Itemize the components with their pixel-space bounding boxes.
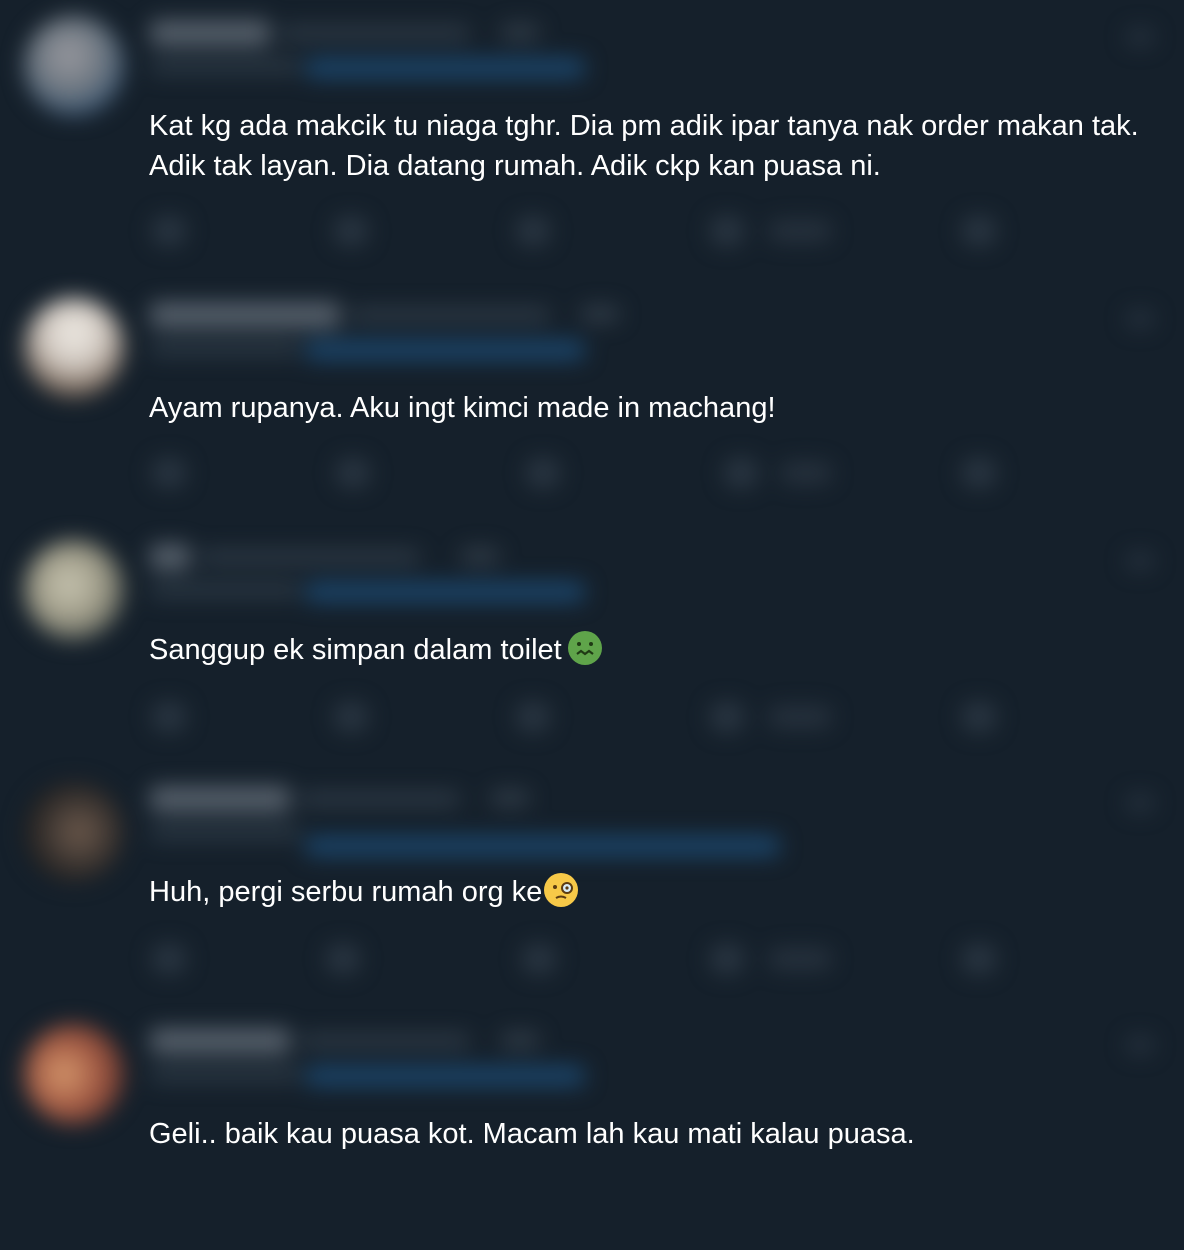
retweet-icon[interactable] (326, 944, 360, 974)
views-icon[interactable] (710, 944, 744, 974)
retweet-icon[interactable] (334, 702, 368, 732)
replying-to-label (150, 1066, 300, 1082)
avatar[interactable] (24, 782, 124, 882)
replying-to-handle[interactable] (305, 1066, 585, 1086)
timestamp-redacted[interactable] (500, 1032, 540, 1048)
face-with-monocle-emoji (544, 873, 579, 907)
handle-redacted (280, 26, 470, 40)
replying-to-handle[interactable] (305, 340, 585, 360)
action-bar (150, 210, 1010, 250)
views-icon[interactable] (724, 458, 758, 488)
views-count-redacted (780, 462, 832, 484)
replying-to-handle[interactable] (305, 58, 585, 78)
more-options-icon[interactable] (1126, 794, 1154, 812)
timestamp-redacted[interactable] (580, 306, 620, 322)
reply-text-content: Huh, pergi serbu rumah org ke (149, 876, 543, 908)
share-icon[interactable] (962, 702, 996, 732)
reply-text-content: Sanggup ek simpan dalam toilet (149, 634, 562, 666)
display-name-redacted[interactable] (150, 302, 340, 328)
nauseated-face-emoji (567, 631, 602, 665)
like-icon[interactable] (526, 458, 560, 488)
replying-to-label (150, 582, 300, 598)
replying-to-label (150, 824, 300, 840)
display-name-redacted[interactable] (150, 20, 270, 46)
more-options-icon[interactable] (1126, 1036, 1154, 1054)
avatar[interactable] (24, 540, 124, 640)
timestamp-redacted[interactable] (490, 790, 530, 806)
reply-text: Sanggup ek simpan dalam toilet (149, 630, 1144, 670)
share-icon[interactable] (962, 458, 996, 488)
views-count-redacted (768, 948, 832, 970)
timestamp-redacted[interactable] (500, 24, 540, 40)
reply-text: Geli.. baik kau puasa kot. Macam lah kau… (149, 1118, 915, 1150)
action-bar (150, 696, 1010, 736)
more-options-icon[interactable] (1126, 552, 1154, 570)
display-name-redacted[interactable] (150, 1028, 290, 1054)
more-options-icon[interactable] (1126, 310, 1154, 328)
action-bar (150, 452, 1010, 492)
avatar[interactable] (24, 298, 124, 398)
replying-to-label (150, 340, 300, 356)
handle-redacted (200, 550, 420, 564)
share-icon[interactable] (962, 944, 996, 974)
replying-to-label (150, 58, 300, 74)
avatar[interactable] (24, 16, 124, 116)
reply-item[interactable]: Huh, pergi serbu rumah org ke (0, 766, 1184, 1008)
handle-redacted (300, 1034, 470, 1048)
reply-icon[interactable] (152, 702, 186, 732)
reply-text: Ayam rupanya. Aku ingt kimci made in mac… (149, 392, 776, 424)
avatar[interactable] (24, 1024, 124, 1124)
share-icon[interactable] (962, 216, 996, 246)
retweet-icon[interactable] (336, 458, 370, 488)
like-icon[interactable] (522, 944, 556, 974)
reply-text: Huh, pergi serbu rumah org ke (149, 872, 1144, 912)
like-icon[interactable] (516, 216, 550, 246)
replies-feed: Kat kg ada makcik tu niaga tghr. Dia pm … (0, 0, 1184, 1166)
reply-item[interactable]: Sanggup ek simpan dalam toilet (0, 524, 1184, 766)
handle-redacted (300, 792, 460, 806)
action-bar (150, 938, 1010, 978)
handle-redacted (350, 308, 550, 322)
views-count-redacted (768, 706, 832, 728)
reply-item[interactable]: Geli.. baik kau puasa kot. Macam lah kau… (0, 1008, 1184, 1250)
reply-item[interactable]: Ayam rupanya. Aku ingt kimci made in mac… (0, 282, 1184, 524)
more-options-icon[interactable] (1126, 28, 1154, 46)
views-count-redacted (768, 220, 832, 242)
like-icon[interactable] (516, 702, 550, 732)
retweet-icon[interactable] (334, 216, 368, 246)
reply-icon[interactable] (152, 216, 186, 246)
display-name-redacted[interactable] (150, 544, 190, 570)
replying-to-handle[interactable] (305, 582, 585, 602)
display-name-redacted[interactable] (150, 786, 290, 812)
views-icon[interactable] (710, 216, 744, 246)
reply-text: Kat kg ada makcik tu niaga tghr. Dia pm … (149, 110, 1139, 182)
timestamp-redacted[interactable] (460, 548, 500, 564)
reply-icon[interactable] (152, 458, 186, 488)
replying-to-handle[interactable] (305, 836, 780, 856)
reply-icon[interactable] (152, 944, 186, 974)
views-icon[interactable] (710, 702, 744, 732)
reply-item[interactable]: Kat kg ada makcik tu niaga tghr. Dia pm … (0, 0, 1184, 246)
